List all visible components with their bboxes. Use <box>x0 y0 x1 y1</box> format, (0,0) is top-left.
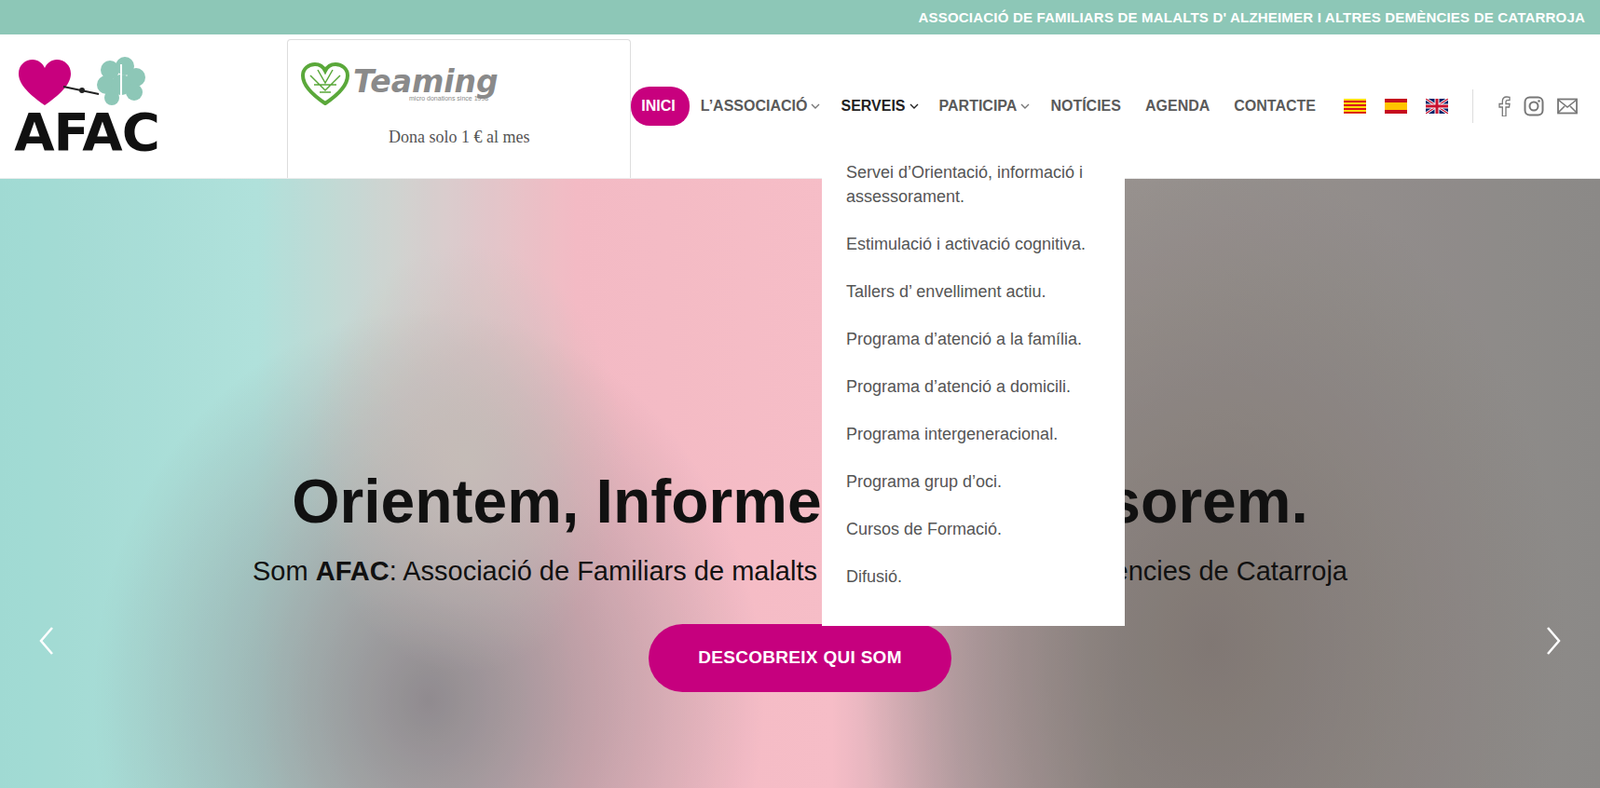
instagram-icon[interactable] <box>1523 95 1545 117</box>
nav-expanded-state <box>909 102 919 110</box>
teaming-tagline: micro donations since 1998 <box>409 95 499 102</box>
teaming-widget[interactable]: Teamingmicro donations since 1998 Dona so… <box>287 39 631 178</box>
nav-label: SERVEIS <box>840 97 905 115</box>
mail-icon[interactable] <box>1557 97 1578 115</box>
afac-logo[interactable]: AFAC <box>16 34 157 178</box>
teaming-heart-icon[interactable] <box>300 62 350 106</box>
top-bar: ASSOCIACIÓ DE FAMILIARS DE MALALTS D' AL… <box>0 0 1600 35</box>
dropdown-item[interactable]: Cursos de Formació. <box>846 517 1107 542</box>
spanish-flag-icon[interactable] <box>1384 98 1408 114</box>
nav-label: INICI <box>641 97 675 115</box>
dropdown-item[interactable]: Tallers d’ envelliment actiu. <box>846 279 1107 304</box>
nav-label: AGENDA <box>1145 97 1210 115</box>
dropdown-item[interactable]: Estimulació i activació cognitiva. <box>846 232 1107 257</box>
dropdown-item[interactable]: Programa d’atenció a domicili. <box>846 374 1107 399</box>
hero-headline: Orientem, Informem i Assessorem. <box>291 467 1309 536</box>
social-links <box>1497 95 1578 117</box>
teaming-name: Teaming <box>353 66 499 97</box>
teaming-caption: Dona solo 1 € al mes <box>300 127 630 148</box>
discover-button[interactable]: DESCOBREIX QUI SOM <box>648 624 952 693</box>
chevron-down-icon[interactable] <box>909 102 919 110</box>
top-bar-title: ASSOCIACIÓ DE FAMILIARS DE MALALTS D' AL… <box>918 9 1587 26</box>
english-flag-icon[interactable] <box>1425 98 1449 114</box>
nav-label: CONTACTE <box>1233 97 1316 115</box>
next-slide-icon[interactable] <box>1544 626 1563 657</box>
site-header: AFAC Teamingmicro donations since 1998 Don… <box>0 34 1600 179</box>
facebook-icon[interactable] <box>1497 95 1511 117</box>
hero-subtitle: Som AFAC: Associació de Familiars de mal… <box>252 556 1348 588</box>
hero-slider: Orientem, Informem i Assessorem. Som AFAC… <box>0 178 1600 788</box>
language-flags <box>1343 98 1449 114</box>
nav-item[interactable]: PARTICIPA <box>939 86 1031 126</box>
chevron-down-icon[interactable] <box>1020 102 1030 110</box>
dropdown-item[interactable]: Programa intergeneracional. <box>846 422 1107 447</box>
nav-label: NOTÍCIES <box>1050 97 1122 115</box>
dropdown-item[interactable]: Programa d’atenció a la família. <box>846 327 1107 352</box>
dropdown-item[interactable]: Programa grup d’oci. <box>846 469 1107 494</box>
nav-item[interactable]: INICI <box>630 86 689 126</box>
logo-icon[interactable] <box>16 56 157 110</box>
dropdown-item[interactable]: Servei d’Orientació, informació i assess… <box>846 160 1107 209</box>
services-dropdown: Servei d’Orientació, informació i assess… <box>821 150 1125 627</box>
nav-item[interactable]: NOTÍCIES <box>1050 86 1125 126</box>
catalan-flag-icon[interactable] <box>1343 98 1367 114</box>
nav-expanded-state <box>1020 102 1030 110</box>
previous-slide-icon[interactable] <box>37 626 56 657</box>
dropdown-item[interactable]: Difusió. <box>846 564 1107 589</box>
nav-item[interactable]: CONTACTE <box>1233 86 1320 126</box>
nav-label: PARTICIPA <box>939 97 1018 115</box>
logo-text: AFAC <box>13 109 160 156</box>
nav-item[interactable]: AGENDA <box>1145 86 1214 126</box>
nav-expanded-state <box>810 102 821 110</box>
nav-separator <box>1472 89 1474 124</box>
nav-label: L’ASSOCIACIÓ <box>700 97 808 115</box>
nav-item[interactable]: SERVEIS <box>840 86 918 126</box>
nav-item[interactable]: L’ASSOCIACIÓ <box>700 86 821 126</box>
chevron-down-icon[interactable] <box>810 102 821 110</box>
